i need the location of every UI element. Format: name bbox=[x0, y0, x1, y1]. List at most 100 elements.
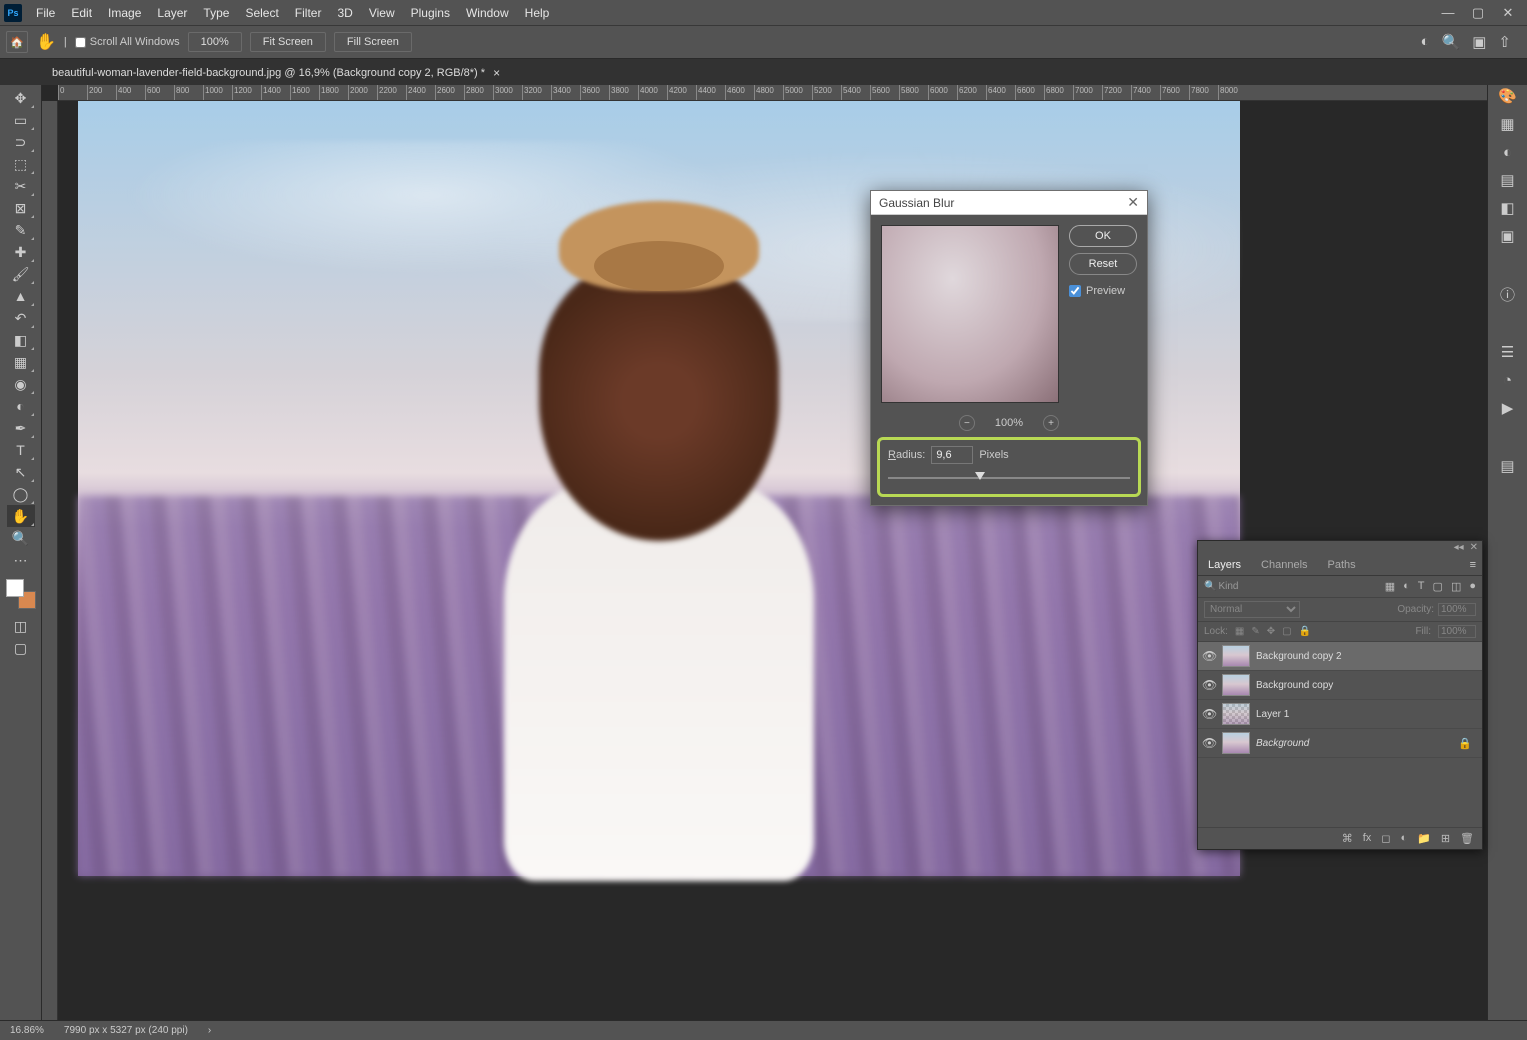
patterns-panel-icon[interactable]: ▤ bbox=[1496, 171, 1520, 189]
scroll-all-checkbox[interactable]: Scroll All Windows bbox=[75, 36, 180, 48]
adjustment-layer-icon[interactable]: ◐ bbox=[1400, 832, 1407, 845]
lock-icon[interactable]: 🔒 bbox=[1458, 737, 1478, 750]
swatches-panel-icon[interactable]: ▦ bbox=[1496, 115, 1520, 133]
path-tool[interactable]: ↖ bbox=[7, 461, 35, 483]
gradients-panel-icon[interactable]: ◐ bbox=[1496, 143, 1520, 161]
eraser-tool[interactable]: ◧ bbox=[7, 329, 35, 351]
healing-tool[interactable]: ✚ bbox=[7, 241, 35, 263]
menu-select[interactable]: Select bbox=[237, 2, 286, 24]
quick-mask-tool[interactable]: ◫ bbox=[7, 615, 35, 637]
document-tab[interactable]: beautiful-woman-lavender-field-backgroun… bbox=[44, 61, 508, 85]
fg-color[interactable] bbox=[6, 579, 24, 597]
properties-panel-icon[interactable]: ⓘ bbox=[1496, 285, 1520, 303]
pen-tool[interactable]: ✒ bbox=[7, 417, 35, 439]
menu-window[interactable]: Window bbox=[458, 2, 517, 24]
status-arrow-icon[interactable]: › bbox=[208, 1025, 211, 1036]
styles-panel-icon[interactable]: ▣ bbox=[1496, 227, 1520, 245]
selection-tool[interactable]: ⬚ bbox=[7, 153, 35, 175]
actions-panel-icon[interactable]: ▶ bbox=[1496, 399, 1520, 417]
preview-checkbox[interactable]: Preview bbox=[1069, 285, 1137, 297]
group-icon[interactable]: 📁 bbox=[1417, 832, 1431, 845]
fit-screen-button[interactable]: Fit Screen bbox=[250, 32, 326, 52]
lock-all-icon[interactable]: 🔒 bbox=[1299, 626, 1311, 637]
ok-button[interactable]: OK bbox=[1069, 225, 1137, 247]
lasso-tool[interactable]: ⊃ bbox=[7, 131, 35, 153]
reset-button[interactable]: Reset bbox=[1069, 253, 1137, 275]
layers-panel-icon[interactable]: ▤ bbox=[1496, 457, 1520, 475]
layer-thumbnail[interactable] bbox=[1222, 645, 1250, 667]
filter-type-icon[interactable]: T bbox=[1418, 580, 1425, 593]
layer-row[interactable]: 👁Background🔒 bbox=[1198, 729, 1482, 758]
lock-position-icon[interactable]: ✥ bbox=[1267, 626, 1275, 637]
dodge-tool[interactable]: ◐ bbox=[7, 395, 35, 417]
radius-slider[interactable] bbox=[888, 472, 1130, 484]
slider-thumb-icon[interactable] bbox=[975, 472, 985, 480]
layer-row[interactable]: 👁 Layer 1 bbox=[1198, 700, 1482, 729]
menu-view[interactable]: View bbox=[361, 2, 403, 24]
layer-name[interactable]: Background copy bbox=[1256, 680, 1333, 691]
scroll-all-input[interactable] bbox=[75, 37, 86, 48]
radius-input[interactable] bbox=[931, 446, 973, 464]
layer-thumbnail[interactable] bbox=[1222, 674, 1250, 696]
history-brush-tool[interactable]: ↶ bbox=[7, 307, 35, 329]
new-layer-icon[interactable]: ⊞ bbox=[1441, 832, 1450, 845]
zoom-in-icon[interactable]: + bbox=[1043, 415, 1059, 431]
menu-image[interactable]: Image bbox=[100, 2, 149, 24]
layer-thumbnail[interactable] bbox=[1222, 703, 1250, 725]
zoom-tool[interactable]: 🔍 bbox=[7, 527, 35, 549]
menu-plugins[interactable]: Plugins bbox=[403, 2, 458, 24]
marquee-tool[interactable]: ▭ bbox=[7, 109, 35, 131]
preview-checkbox-input[interactable] bbox=[1069, 285, 1081, 297]
filter-pixel-icon[interactable]: ▦ bbox=[1385, 580, 1395, 593]
eyedropper-tool[interactable]: ✎ bbox=[7, 219, 35, 241]
lock-brush-icon[interactable]: ✎ bbox=[1251, 626, 1259, 637]
home-button[interactable]: 🏠 bbox=[6, 31, 28, 53]
share-icon[interactable]: ⇧ bbox=[1498, 33, 1511, 51]
edit-toolbar[interactable]: ⋯ bbox=[7, 549, 35, 571]
blur-tool[interactable]: ◉ bbox=[7, 373, 35, 395]
lock-artboard-icon[interactable]: ▢ bbox=[1282, 626, 1291, 637]
frame-tool[interactable]: ⊠ bbox=[7, 197, 35, 219]
blend-mode-select[interactable]: Normal bbox=[1204, 601, 1300, 618]
menu-help[interactable]: Help bbox=[517, 2, 558, 24]
stamp-tool[interactable]: ▲ bbox=[7, 285, 35, 307]
visibility-icon[interactable]: 👁 bbox=[1202, 678, 1216, 692]
workspace-icon[interactable]: ▣ bbox=[1472, 33, 1486, 51]
delete-layer-icon[interactable]: 🗑 bbox=[1460, 832, 1474, 845]
menu-edit[interactable]: Edit bbox=[63, 2, 100, 24]
kind-filter[interactable]: 🔍 Kind bbox=[1204, 581, 1238, 592]
status-doc-info[interactable]: 7990 px x 5327 px (240 ppi) bbox=[64, 1025, 188, 1036]
zoom-100-button[interactable]: 100% bbox=[188, 32, 242, 52]
menu-type[interactable]: Type bbox=[195, 2, 237, 24]
dialog-titlebar[interactable]: Gaussian Blur ✕ bbox=[871, 191, 1147, 215]
fill-screen-button[interactable]: Fill Screen bbox=[334, 32, 412, 52]
menu-layer[interactable]: Layer bbox=[149, 2, 195, 24]
dialog-close-icon[interactable]: ✕ bbox=[1127, 194, 1139, 211]
filter-shape-icon[interactable]: ▢ bbox=[1433, 580, 1443, 593]
hand-tool[interactable]: ✋ bbox=[7, 505, 35, 527]
layer-row[interactable]: 👁 Background copy bbox=[1198, 671, 1482, 700]
layer-thumbnail[interactable] bbox=[1222, 732, 1250, 754]
zoom-out-icon[interactable]: − bbox=[959, 415, 975, 431]
move-tool[interactable]: ✥ bbox=[7, 87, 35, 109]
libraries-panel-icon[interactable]: ☰ bbox=[1496, 343, 1520, 361]
layer-name[interactable]: Layer 1 bbox=[1256, 709, 1289, 720]
color-swatches[interactable] bbox=[6, 579, 36, 609]
dialog-preview-image[interactable] bbox=[881, 225, 1059, 403]
visibility-icon[interactable]: 👁 bbox=[1202, 736, 1216, 750]
visibility-icon[interactable]: 👁 bbox=[1202, 649, 1216, 663]
filter-smart-icon[interactable]: ◫ bbox=[1451, 580, 1461, 593]
gradient-tool[interactable]: ▦ bbox=[7, 351, 35, 373]
visibility-icon[interactable]: 👁 bbox=[1202, 707, 1216, 721]
minimize-icon[interactable]: ― bbox=[1433, 5, 1463, 21]
layer-name[interactable]: Background copy 2 bbox=[1256, 651, 1342, 662]
layer-style-icon[interactable]: fx bbox=[1363, 832, 1372, 845]
menu-3d[interactable]: 3D bbox=[329, 2, 360, 24]
close-icon[interactable]: ✕ bbox=[1493, 5, 1523, 21]
status-zoom[interactable]: 16.86% bbox=[10, 1025, 44, 1036]
filter-toggle-icon[interactable]: ● bbox=[1469, 580, 1476, 593]
tab-paths[interactable]: Paths bbox=[1318, 555, 1366, 575]
filter-adjust-icon[interactable]: ◐ bbox=[1403, 580, 1410, 593]
screen-mode-tool[interactable]: ▢ bbox=[7, 637, 35, 659]
shape-tool[interactable]: ◯ bbox=[7, 483, 35, 505]
